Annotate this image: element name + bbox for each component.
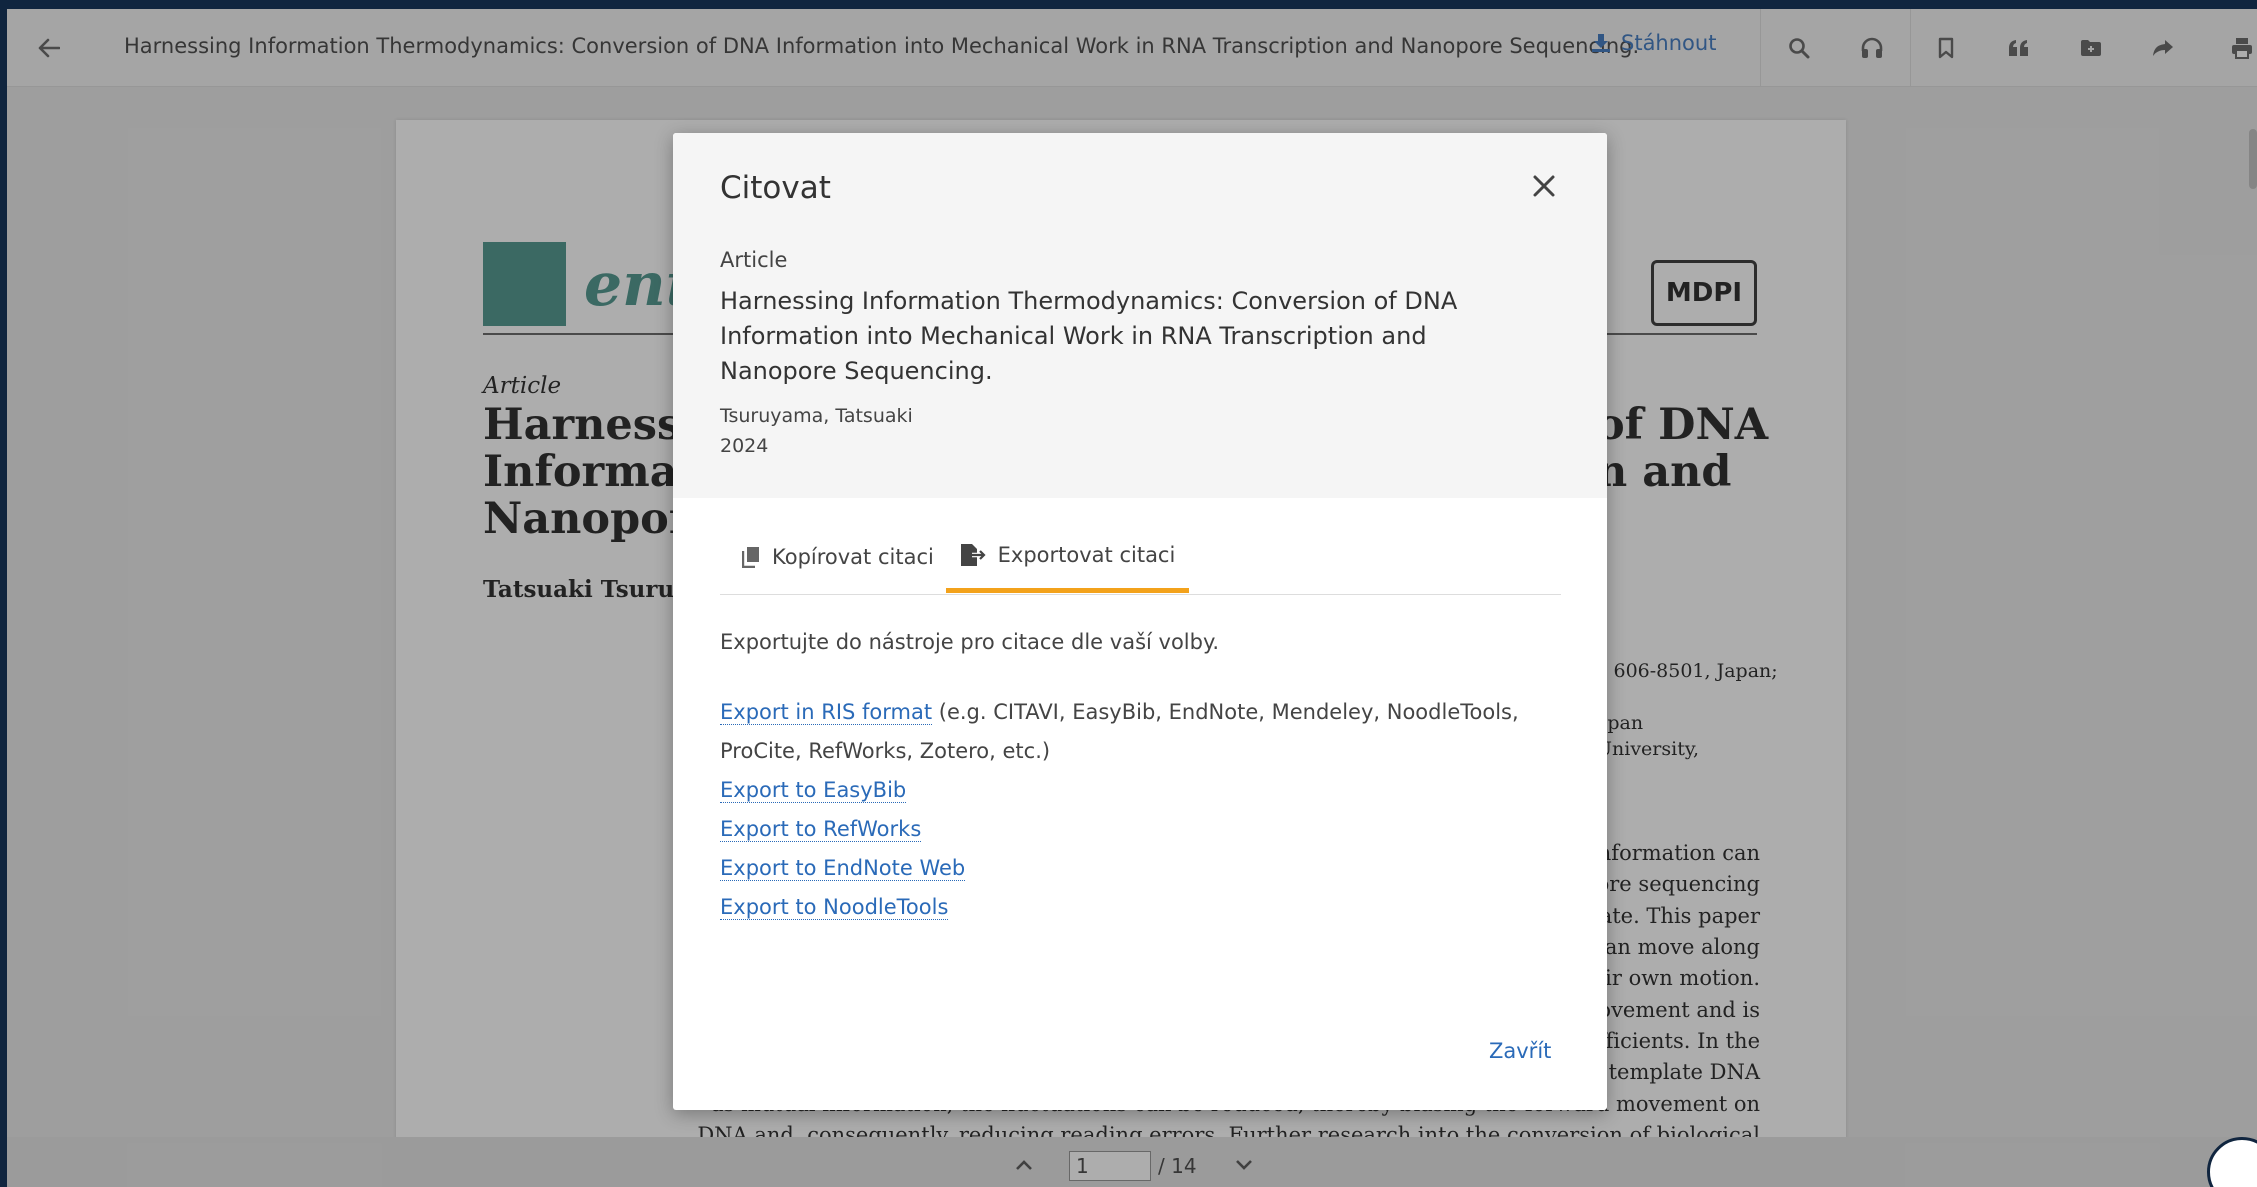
- close-button[interactable]: [1523, 165, 1565, 207]
- export-row: Export to RefWorks: [720, 810, 1570, 849]
- export-noodletools-link[interactable]: Export to NoodleTools: [720, 895, 949, 920]
- tab-copy-citation[interactable]: Kopírovat citaci: [742, 521, 934, 593]
- dialog-title: Citovat: [720, 170, 831, 206]
- export-links: Export in RIS format (e.g. CITAVI, EasyB…: [720, 693, 1570, 927]
- export-refworks-link[interactable]: Export to RefWorks: [720, 817, 922, 842]
- cite-tabs: Kopírovat citaci Exportovat citaci: [720, 521, 1561, 595]
- export-easybib-link[interactable]: Export to EasyBib: [720, 778, 907, 803]
- file-export-icon: [960, 543, 986, 566]
- citation-author: Tsuruyama, Tatsuaki: [720, 405, 913, 427]
- dialog-header: Citovat Article Harnessing Information T…: [673, 133, 1607, 498]
- citation-type: Article: [720, 248, 788, 272]
- export-row: Export to EasyBib: [720, 771, 1570, 810]
- viewer-app: Harnessing Information Thermodynamics: C…: [7, 9, 2257, 1187]
- ris-export-row: Export in RIS format (e.g. CITAVI, EasyB…: [720, 693, 1570, 771]
- tab-label: Exportovat citaci: [997, 542, 1176, 567]
- citation-year: 2024: [720, 435, 769, 457]
- cite-dialog: Citovat Article Harnessing Information T…: [673, 133, 1607, 1110]
- export-endnote-web-link[interactable]: Export to EndNote Web: [720, 856, 966, 881]
- close-icon: [1533, 175, 1555, 197]
- close-dialog-button[interactable]: Zavřít: [1481, 1033, 1559, 1069]
- tab-label: Kopírovat citaci: [772, 545, 934, 569]
- export-row: Export to EndNote Web: [720, 849, 1570, 888]
- export-row: Export to NoodleTools: [720, 888, 1570, 927]
- tab-export-citation[interactable]: Exportovat citaci: [946, 521, 1189, 593]
- export-intro: Exportujte do nástroje pro citace dle va…: [720, 630, 1220, 654]
- citation-title: Harnessing Information Thermodynamics: C…: [720, 287, 1458, 385]
- copy-icon: [742, 547, 759, 568]
- export-ris-link[interactable]: Export in RIS format: [720, 700, 933, 725]
